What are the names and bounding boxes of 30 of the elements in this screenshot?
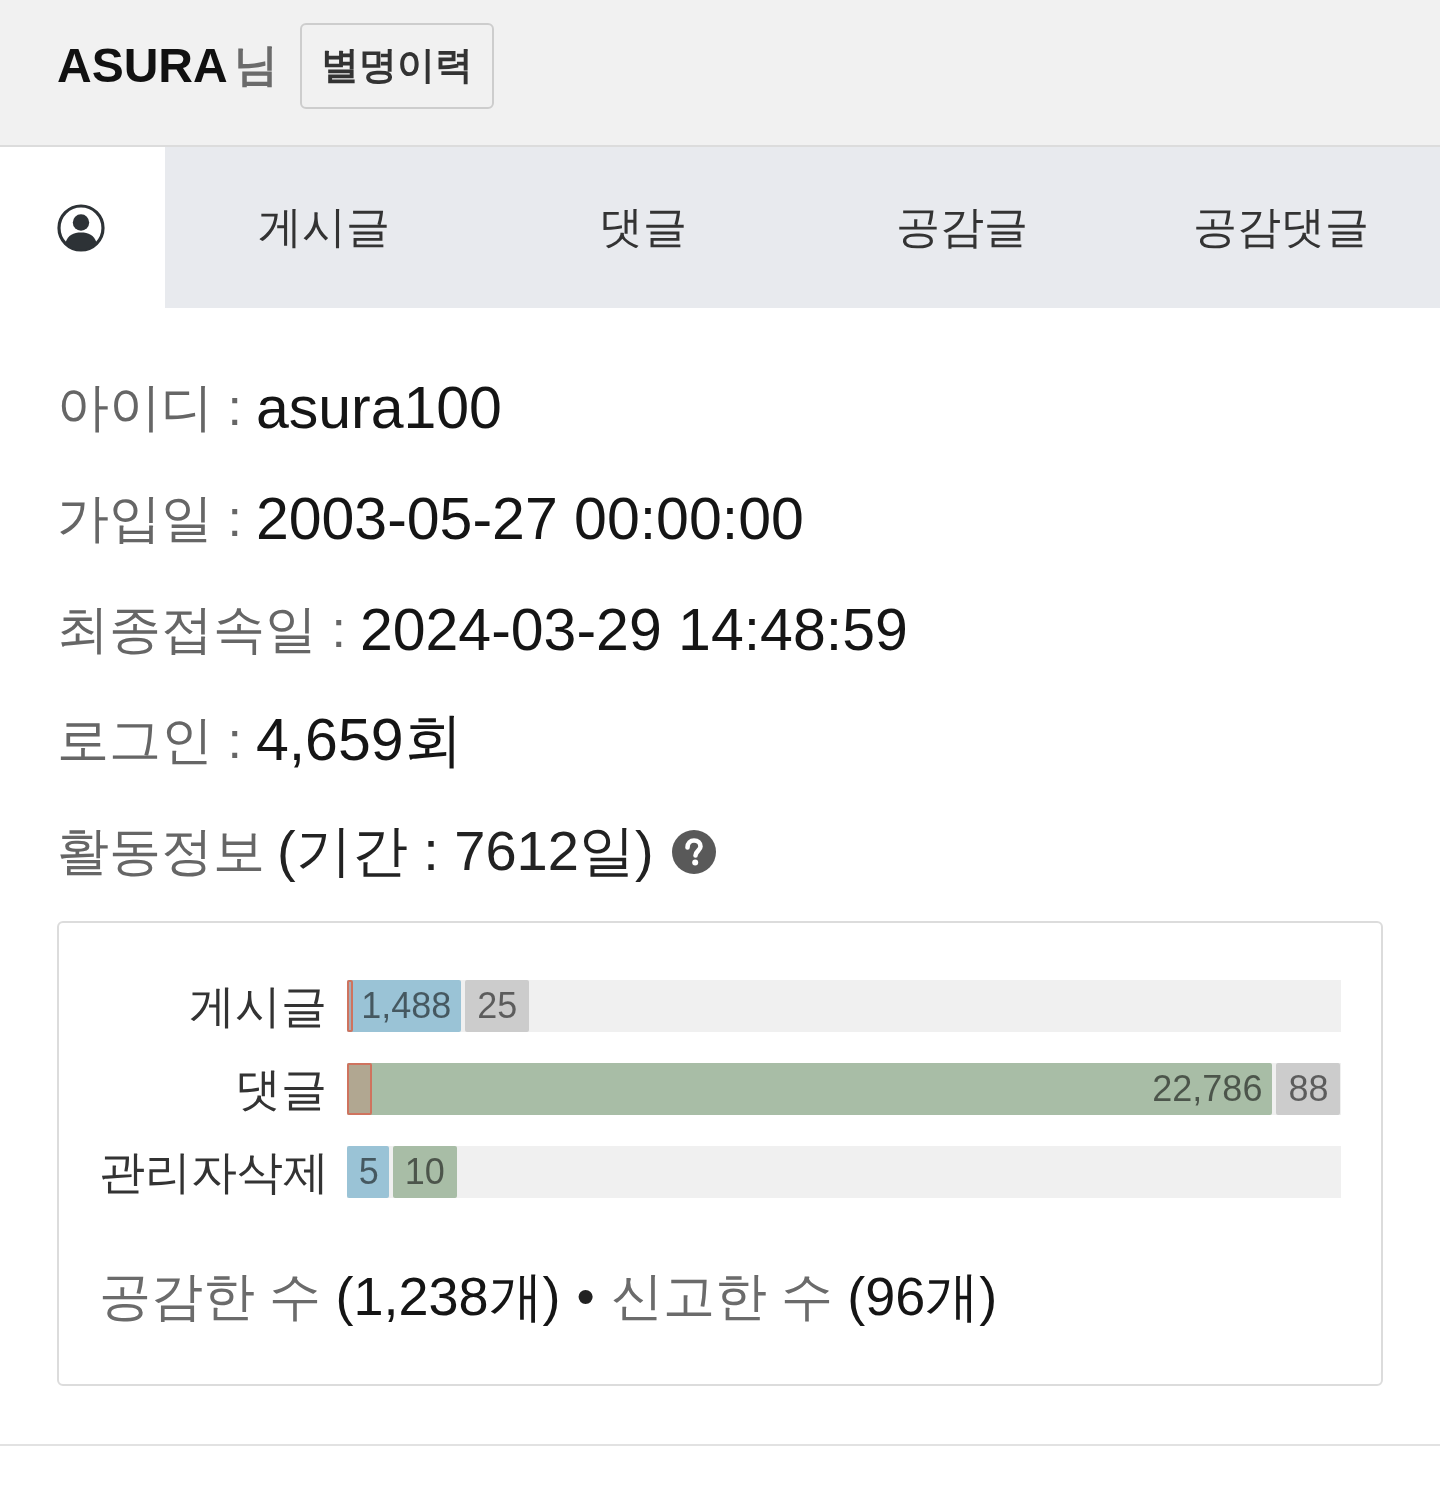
info-value: asura100 bbox=[255, 373, 502, 442]
segment-count: 25 bbox=[477, 985, 518, 1027]
row-label: 관리자삭제 bbox=[99, 1146, 327, 1198]
info-label: 아이디 : bbox=[57, 376, 242, 438]
segment-count: 22,786 bbox=[1152, 1068, 1263, 1110]
period-text: (기간 : 7612일) bbox=[277, 817, 654, 884]
info-label: 로그인 : bbox=[57, 709, 242, 771]
section-title: 활동정보 bbox=[57, 820, 265, 882]
info-value: 4,659회 bbox=[255, 705, 463, 775]
user-name: ASURA bbox=[57, 38, 228, 93]
row-label: 게시글 bbox=[188, 980, 327, 1032]
info-value: 2003-05-27 00:00:00 bbox=[255, 484, 804, 553]
stat-label: 신고한 수 bbox=[610, 1266, 834, 1327]
info-value: 2024-03-29 14:48:59 bbox=[359, 595, 908, 664]
info-label: 가입일 : bbox=[57, 487, 242, 549]
help-icon[interactable] bbox=[671, 829, 716, 874]
user-icon bbox=[57, 203, 105, 252]
segment-count: 88 bbox=[1288, 1068, 1329, 1110]
segment-count: 10 bbox=[404, 1151, 445, 1193]
stat-value: (1,238개) bbox=[335, 1265, 561, 1328]
row-label: 댓글 bbox=[234, 1063, 327, 1115]
stat-value: (96개) bbox=[847, 1265, 998, 1328]
segment-count: 1,488 bbox=[361, 985, 452, 1027]
segment-count: 5 bbox=[358, 1151, 379, 1193]
honorific-suffix: 님 bbox=[233, 39, 278, 91]
profile-tab[interactable] bbox=[0, 147, 165, 308]
nickname-history-button[interactable]: 별명이력 bbox=[299, 22, 494, 109]
separator: • bbox=[576, 1266, 595, 1327]
info-label: 최종접속일 : bbox=[57, 598, 346, 660]
stat-label: 공감한 수 bbox=[99, 1266, 322, 1327]
